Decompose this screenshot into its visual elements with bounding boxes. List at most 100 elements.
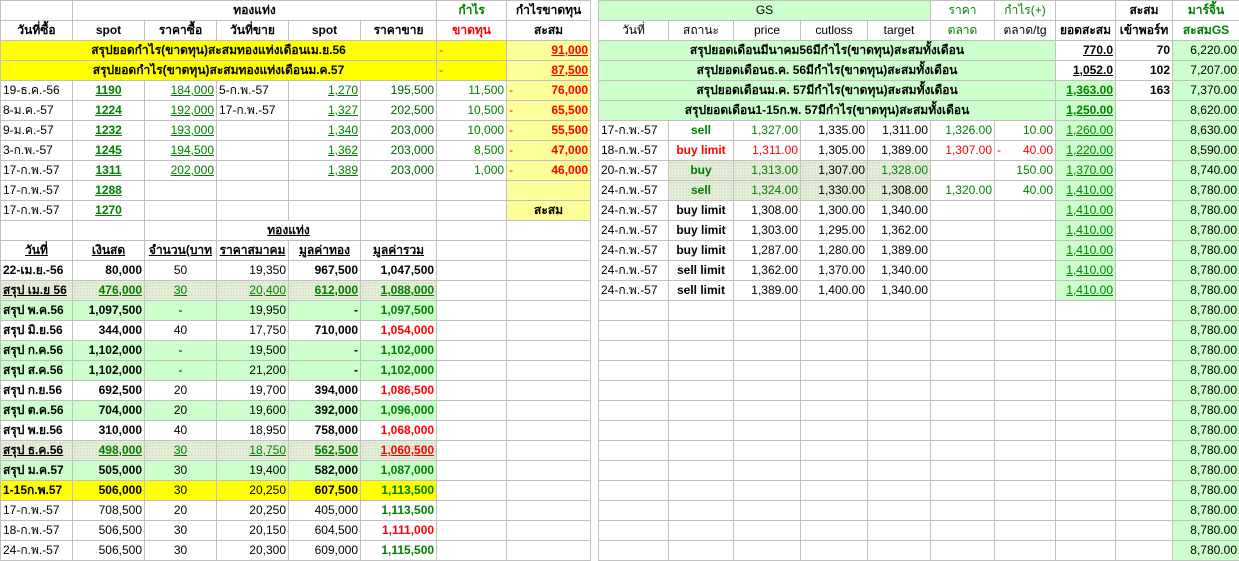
holding-total[interactable]: 1,111,000 [361, 521, 437, 541]
blank[interactable] [361, 221, 437, 241]
holding-date[interactable]: สรุป ม.ค.57 [1, 461, 73, 481]
holding-total[interactable]: 1,088,000 [361, 281, 437, 301]
holding-date[interactable]: 17-ก.พ.-57 [1, 501, 73, 521]
order-price[interactable]: 1,389.00 [734, 281, 801, 301]
summary-total[interactable]: 1,250.00 [1056, 101, 1116, 121]
order-cutloss[interactable]: 1,370.00 [801, 261, 868, 281]
order-pl[interactable] [995, 201, 1056, 221]
column-header[interactable]: วันที่ขาย [217, 21, 289, 41]
order-target[interactable]: 1,340.00 [868, 281, 931, 301]
blank[interactable] [801, 361, 868, 381]
filler-gs[interactable]: 8,780.00 [1173, 421, 1239, 441]
blank[interactable] [995, 541, 1056, 561]
order-market[interactable] [931, 261, 995, 281]
holding-total[interactable]: 1,113,500 [361, 481, 437, 501]
blank[interactable] [1116, 321, 1173, 341]
order-market[interactable]: 1,326.00 [931, 121, 995, 141]
blank[interactable] [1056, 421, 1116, 441]
blank[interactable] [995, 501, 1056, 521]
blank[interactable] [801, 481, 868, 501]
profit-value[interactable]: 1,000 [437, 161, 507, 181]
blank[interactable] [145, 221, 217, 241]
holding-total[interactable]: 1,102,000 [361, 341, 437, 361]
cum-value[interactable] [507, 181, 591, 201]
profit-value[interactable]: 11,500 [437, 81, 507, 101]
blank[interactable] [437, 221, 507, 241]
holding-price[interactable]: 19,400 [217, 461, 289, 481]
sub-header[interactable]: เงินสด [73, 241, 145, 261]
order-date[interactable]: 24-ก.พ.-57 [599, 221, 669, 241]
order-date[interactable]: 20-ก.พ.-57 [599, 161, 669, 181]
holding-date[interactable]: สรุป พ.ย.56 [1, 421, 73, 441]
blank[interactable] [507, 221, 591, 241]
order-target[interactable]: 1,328.00 [868, 161, 931, 181]
blank[interactable] [734, 301, 801, 321]
blank[interactable] [868, 461, 931, 481]
order-status[interactable]: sell limit [669, 281, 734, 301]
blank[interactable] [669, 361, 734, 381]
blank[interactable] [507, 301, 591, 321]
blank[interactable] [669, 481, 734, 501]
blank[interactable] [599, 401, 669, 421]
holding-date[interactable]: 1-15ก.พ.57 [1, 481, 73, 501]
order-market[interactable] [931, 221, 995, 241]
blank[interactable] [931, 441, 995, 461]
holding-gold-value[interactable]: 607,500 [289, 481, 361, 501]
blank[interactable] [1116, 181, 1173, 201]
holding-cash[interactable]: 506,000 [73, 481, 145, 501]
blank[interactable] [437, 481, 507, 501]
buy-spot[interactable]: 1270 [73, 201, 145, 221]
sell-date[interactable]: 5-ก.พ.-57 [217, 81, 289, 101]
holding-gold-value[interactable]: 394,000 [289, 381, 361, 401]
summary-label[interactable]: สรุปยอดกำไร(ขาดทุน)สะสมทองแท่งเดือนเม.ย.… [1, 41, 437, 61]
blank[interactable] [507, 501, 591, 521]
order-total[interactable]: 1,410.00 [1056, 181, 1116, 201]
holding-cash[interactable]: 310,000 [73, 421, 145, 441]
blank[interactable] [801, 441, 868, 461]
filler-gs[interactable]: 8,780.00 [1173, 461, 1239, 481]
blank[interactable] [507, 381, 591, 401]
buy-date[interactable]: 17-ก.พ.-57 [1, 201, 73, 221]
column-header[interactable]: spot [73, 21, 145, 41]
order-target[interactable]: 1,389.00 [868, 241, 931, 261]
blank[interactable] [931, 341, 995, 361]
header-gold-bar[interactable]: ทองแท่ง [73, 1, 437, 21]
holding-qty[interactable]: 20 [145, 381, 217, 401]
blank[interactable] [1056, 461, 1116, 481]
holding-cash[interactable]: 1,102,000 [73, 361, 145, 381]
order-cutloss[interactable]: 1,335.00 [801, 121, 868, 141]
sell-spot[interactable]: 1,362 [289, 141, 361, 161]
holding-qty[interactable]: 20 [145, 501, 217, 521]
blank[interactable] [1, 221, 73, 241]
header-gs[interactable]: GS [599, 1, 931, 21]
holding-gold-value[interactable]: - [289, 341, 361, 361]
blank[interactable] [1116, 261, 1173, 281]
filler-gs[interactable]: 8,780.00 [1173, 541, 1239, 561]
blank[interactable] [1116, 281, 1173, 301]
summary-total[interactable]: 1,363.00 [1056, 81, 1116, 101]
holding-date[interactable]: สรุป พ.ค.56 [1, 301, 73, 321]
order-date[interactable]: 24-ก.พ.-57 [599, 181, 669, 201]
holding-cash[interactable]: 1,102,000 [73, 341, 145, 361]
blank[interactable] [599, 361, 669, 381]
blank[interactable] [599, 441, 669, 461]
order-pl[interactable] [995, 221, 1056, 241]
holding-gold-value[interactable]: - [289, 301, 361, 321]
order-price[interactable]: 1,303.00 [734, 221, 801, 241]
holding-date[interactable]: สรุป ก.ย.56 [1, 381, 73, 401]
order-price[interactable]: 1,313.00 [734, 161, 801, 181]
holding-price[interactable]: 17,750 [217, 321, 289, 341]
blank[interactable] [931, 461, 995, 481]
blank[interactable] [669, 441, 734, 461]
holding-price[interactable]: 20,250 [217, 501, 289, 521]
order-gs[interactable]: 8,630.00 [1173, 121, 1239, 141]
holding-cash[interactable]: 708,500 [73, 501, 145, 521]
blank[interactable] [931, 381, 995, 401]
blank[interactable] [1056, 481, 1116, 501]
filler-gs[interactable]: 8,780.00 [1173, 441, 1239, 461]
column-header[interactable]: วันที่ [599, 21, 669, 41]
summary-gs[interactable]: 7,370.00 [1173, 81, 1239, 101]
blank[interactable] [437, 521, 507, 541]
buy-date[interactable]: 3-ก.พ.-57 [1, 141, 73, 161]
column-header[interactable]: spot [289, 21, 361, 41]
